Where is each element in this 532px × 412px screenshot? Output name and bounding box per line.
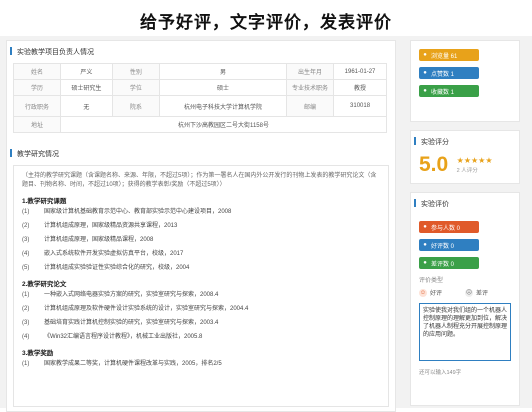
- rating-stars-icon: ★★★★★ 2 人评分: [456, 156, 493, 174]
- score-count: 2 人评分: [456, 168, 478, 174]
- research-item: (5) 计算机组成实验验证性实验综合化的研究，校级，2004: [22, 264, 380, 272]
- research-item: (2) 计算机组成原理，国家级精品资源共享课程，2013: [22, 222, 380, 230]
- research-item-text: 一种嵌入式网络电器实验方案的研究，实验室研究与探索，2008.4: [44, 292, 219, 298]
- research-item-number: (4): [22, 334, 30, 340]
- research-item-text: 嵌入式系统软件开发实验虚拟仿真平台，校级，2017: [44, 251, 184, 257]
- remaining-chars: 还可以输入149字: [419, 370, 462, 376]
- heart-icon: ●: [423, 242, 427, 248]
- review-card: 实验评价 ● 参与人数 0 ● 好评数 0 ● 差评数 0 评价类型 ☺ 好评 ☹ 差评 …: [410, 192, 520, 406]
- stat-badge[interactable]: ● 浏览量 61: [419, 49, 479, 61]
- research-section-title: 教学研究情况: [7, 143, 395, 165]
- stat-label: 点赞数 1: [431, 71, 455, 78]
- review-type-label: 评价类型: [419, 278, 444, 284]
- research-intro: （主持的教学研究课题（含课题名称、来源、年限，不超过5项）；作为第一署名人在国内…: [22, 173, 377, 188]
- stat-row: ● 差评数 0: [419, 257, 519, 269]
- research-item: (3) 计算机组成原理，国家级精品课程，2008: [22, 236, 380, 244]
- type-bad-option[interactable]: ☹ 差评: [465, 288, 511, 297]
- applicant-table: 姓名 严义 性别 男 出生年月 1961-01-27 学历 硕士研究生 学位 硕…: [13, 63, 387, 133]
- stat-badge[interactable]: ● 好评数 0: [419, 239, 479, 251]
- score-card: 实验评分 5.0 ★★★★★ 2 人评分: [410, 130, 520, 184]
- banner: 给予好评，文字评价，发表评价: [0, 0, 532, 38]
- people-icon: ●: [423, 224, 427, 230]
- thumbdown-icon: ●: [423, 260, 427, 266]
- stat-label: 好评数 0: [431, 243, 455, 250]
- table-row: 姓名 严义 性别 男 出生年月 1961-01-27: [13, 63, 387, 80]
- stat-label: 参与人数 0: [431, 225, 461, 232]
- research-item: (1) 一种嵌入式网络电器实验方案的研究，实验室研究与探索，2008.4: [22, 291, 380, 299]
- research-item-number: (5): [22, 265, 30, 271]
- research-item-text: 国家级计算机基础教育示范中心、教育部实验示范中心建设项目，2008: [44, 209, 232, 215]
- research-item: (1) 国家教学成果二等奖，计算机硬件课程改革与实践，2005，排名2/5: [22, 360, 380, 368]
- research-item-number: (4): [22, 251, 30, 257]
- stat-label: 差评数 0: [431, 261, 455, 268]
- frown-icon: ☹: [465, 288, 473, 297]
- stat-badge[interactable]: ● 点赞数 1: [419, 67, 479, 79]
- stat-row: ● 好评数 0: [419, 239, 519, 251]
- stat-label: 浏览量 61: [431, 53, 458, 60]
- research-item-text: 计算机组成原理及软件硬件设计实验系统的设计，实验室研究与探索，2004.4: [44, 306, 249, 312]
- stat-row: ● 参与人数 0: [419, 221, 519, 233]
- research-item-text: 计算机组成原理，国家级精品资源共享课程，2013: [44, 223, 178, 229]
- review-title: 实验评价: [411, 193, 519, 215]
- stat-row: ● 浏览量 61: [419, 49, 519, 61]
- table-row: 地址 杭州下沙高教园区二号大街1158号: [13, 116, 387, 133]
- research-item: (1) 国家级计算机基础教育示范中心、教育部实验示范中心建设项目，2008: [22, 208, 380, 216]
- research-item-number: (3): [22, 320, 30, 326]
- stat-badge[interactable]: ● 差评数 0: [419, 257, 479, 269]
- table-row: 行政职务 无 院系 杭州电子科技大学计算机学院 邮编 310018: [13, 95, 387, 117]
- score-value: 5.0: [419, 153, 449, 176]
- research-item-number: (3): [22, 237, 30, 243]
- review-textarea[interactable]: 实验使我对我们组的一个机器人控制原理的理解更加到位，解决了机器人制程充分开展控制…: [419, 303, 511, 361]
- research-item-number: (2): [22, 223, 30, 229]
- research-item-text: 计算机组成原理，国家级精品课程，2008: [44, 237, 154, 243]
- stats-card: ● 浏览量 61 ● 点赞数 1 ● 收藏数 1: [410, 40, 520, 122]
- research-item-number: (2): [22, 306, 30, 312]
- type-good-option[interactable]: ☺ 好评: [419, 288, 465, 297]
- research-group-heading: 2.教学研究论文: [22, 281, 67, 288]
- research-item-number: (1): [22, 209, 30, 215]
- smile-icon: ☺: [419, 288, 427, 297]
- main-panel: 实验教学项目负责人情况 姓名 严义 性别 男 出生年月 1961-01-27 学…: [6, 40, 396, 412]
- stat-badge[interactable]: ● 收藏数 1: [419, 85, 479, 97]
- research-group-heading: 3.教学奖励: [22, 350, 54, 357]
- research-group-heading: 1.教学研究课题: [22, 198, 67, 205]
- star-icon: ●: [423, 88, 427, 94]
- thumb-icon: ●: [423, 70, 427, 76]
- eye-icon: ●: [423, 52, 427, 58]
- page-body: 实验教学项目负责人情况 姓名 严义 性别 男 出生年月 1961-01-27 学…: [0, 36, 532, 412]
- stat-row: ● 收藏数 1: [419, 85, 519, 97]
- banner-title: 给予好评，文字评价，发表评价: [140, 13, 392, 32]
- research-item-text: 国家教学成果二等奖，计算机硬件课程改革与实践，2005，排名2/5: [44, 361, 222, 367]
- research-item: (2) 计算机组成原理及软件硬件设计实验系统的设计，实验室研究与探索，2004.4: [22, 305, 380, 313]
- research-item-number: (1): [22, 292, 30, 298]
- research-item: (4) 《Win32汇编语言程序设计教程》，机械工业出版社，2005.8: [22, 333, 380, 341]
- score-title: 实验评分: [411, 131, 519, 153]
- table-row: 学历 硕士研究生 学位 硕士 专业技术职务 教授: [13, 79, 387, 96]
- research-item-text: 基础培育实践计算机控制实验的研究，实验室研究与探索，2003.4: [44, 320, 219, 326]
- research-item-text: 《Win32汇编语言程序设计教程》，机械工业出版社，2005.8: [44, 334, 203, 340]
- research-item: (3) 基础培育实践计算机控制实验的研究，实验室研究与探索，2003.4: [22, 319, 380, 327]
- research-content: （主持的教学研究课题（含课题名称、来源、年限，不超过5项）；作为第一署名人在国内…: [13, 165, 389, 407]
- research-item-text: 计算机组成实验验证性实验综合化的研究，校级，2004: [44, 265, 190, 271]
- stat-badge[interactable]: ● 参与人数 0: [419, 221, 479, 233]
- applicant-section-title: 实验教学项目负责人情况: [7, 41, 395, 63]
- stat-label: 收藏数 1: [431, 89, 455, 96]
- research-item-number: (1): [22, 361, 30, 367]
- research-item: (4) 嵌入式系统软件开发实验虚拟仿真平台，校级，2017: [22, 250, 380, 258]
- sidebar: ● 浏览量 61 ● 点赞数 1 ● 收藏数 1 实验评分 5.0 ★★★★★ 2 人评分…: [410, 40, 520, 410]
- stat-row: ● 点赞数 1: [419, 67, 519, 79]
